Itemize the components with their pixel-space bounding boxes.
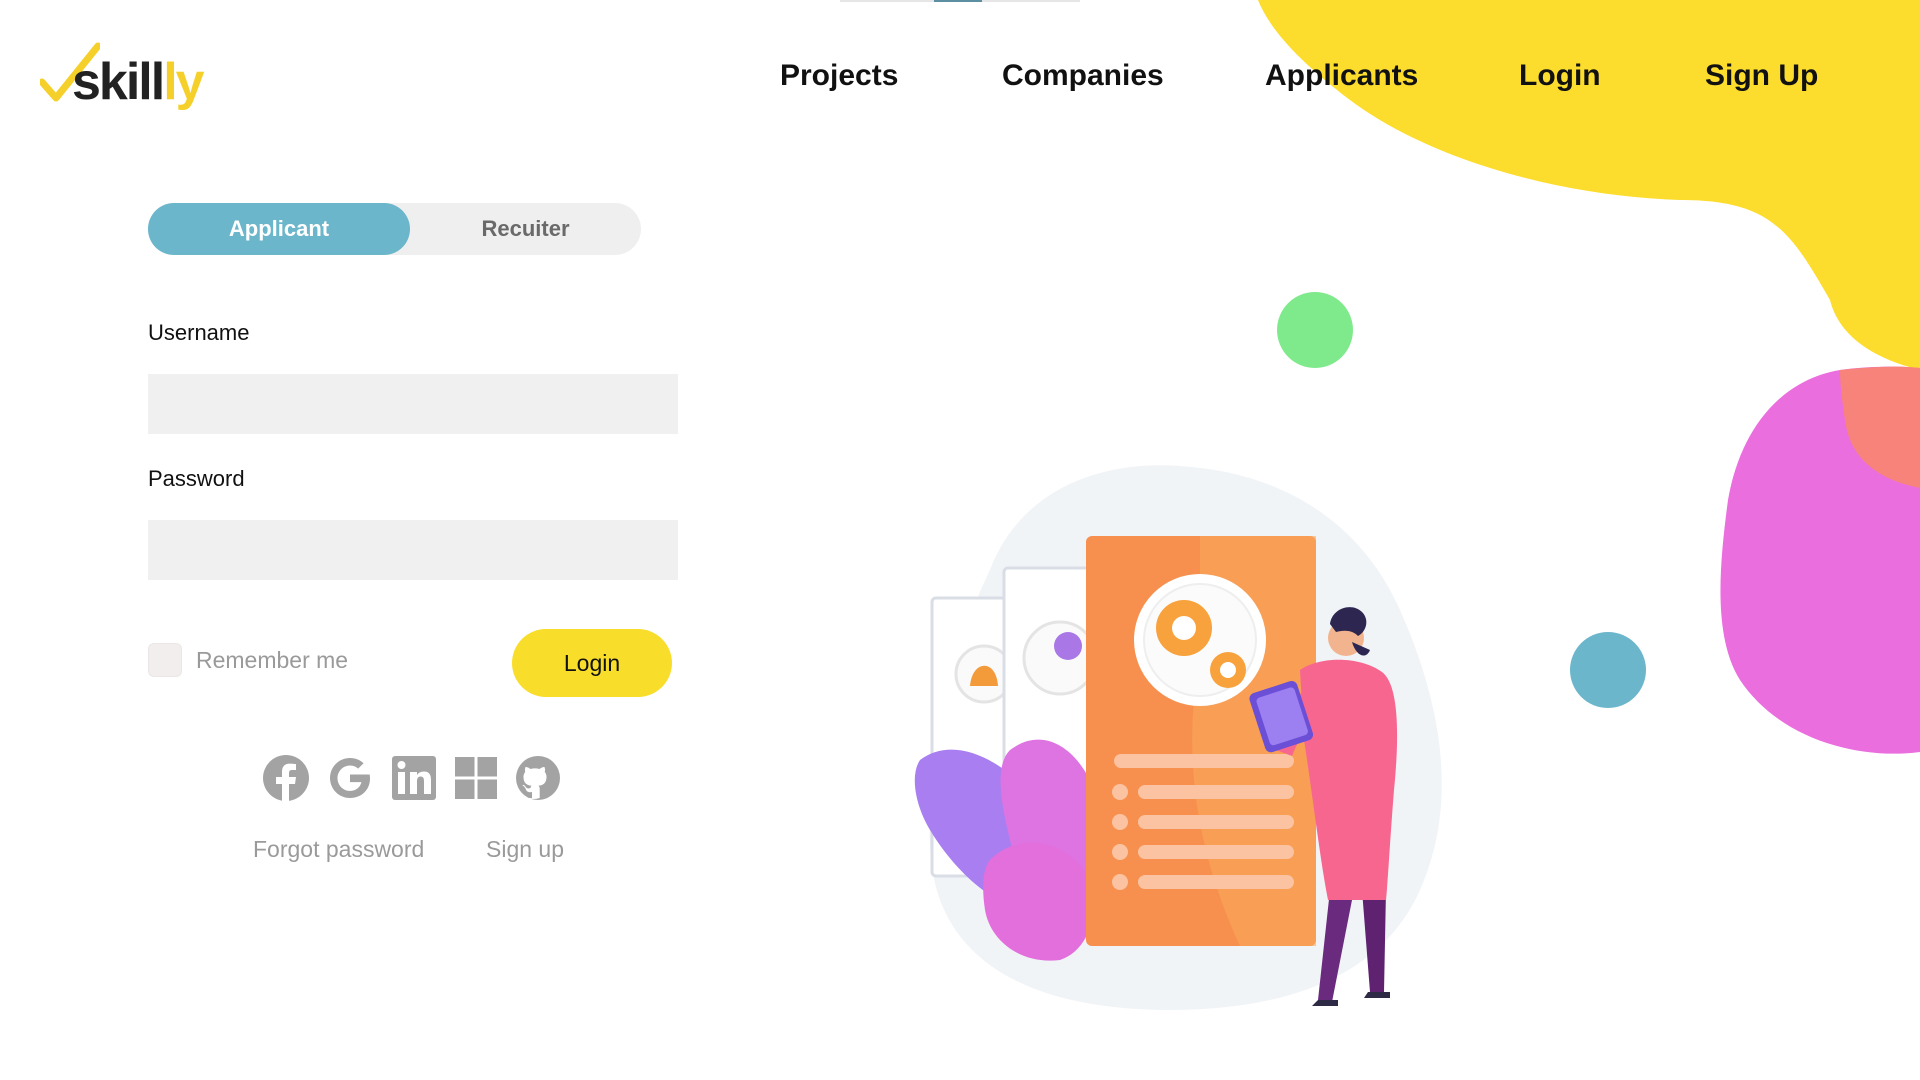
nav-applicants[interactable]: Applicants — [1265, 56, 1418, 96]
remember-label: Remember me — [196, 646, 349, 673]
password-input[interactable] — [148, 520, 678, 580]
top-indicator — [840, 0, 1080, 2]
tab-applicant[interactable]: Applicant — [148, 203, 410, 255]
remember-me[interactable]: Remember me — [148, 642, 348, 678]
sign-up-link[interactable]: Sign up — [486, 836, 564, 863]
green-dot — [1277, 292, 1353, 368]
facebook-icon[interactable] — [262, 754, 310, 802]
remember-checkbox[interactable] — [148, 643, 182, 677]
nav-projects[interactable]: Projects — [780, 56, 898, 96]
linkedin-icon[interactable] — [390, 754, 438, 802]
password-label: Password — [148, 466, 245, 491]
hero-illustration — [914, 465, 1442, 1010]
nav-sign-up[interactable]: Sign Up — [1705, 56, 1818, 96]
login-button[interactable]: Login — [512, 629, 672, 697]
nav-login[interactable]: Login — [1519, 56, 1601, 96]
forgot-password-link[interactable]: Forgot password — [253, 836, 424, 863]
github-icon[interactable] — [514, 754, 562, 802]
username-label: Username — [148, 320, 250, 345]
top-nav: Projects Companies Applicants Login Sign… — [0, 56, 1920, 96]
tab-recruiter[interactable]: Recuiter — [410, 203, 641, 255]
google-icon[interactable] — [326, 754, 374, 802]
windows-icon[interactable] — [452, 754, 500, 802]
login-page: skillly Projects Companies Applicants Lo… — [0, 0, 1920, 1080]
username-input[interactable] — [148, 374, 678, 434]
role-toggle: Recuiter Applicant — [148, 203, 641, 255]
teal-dot — [1570, 632, 1646, 708]
nav-companies[interactable]: Companies — [1002, 56, 1164, 96]
